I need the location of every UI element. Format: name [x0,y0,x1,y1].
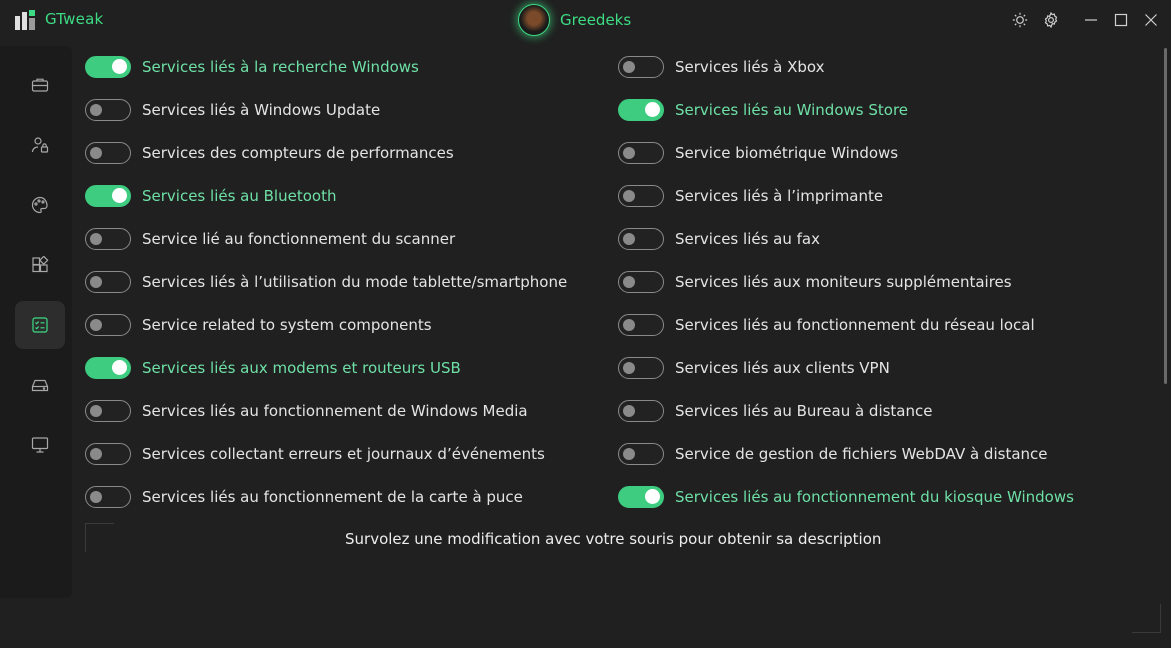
service-label: Services des compteurs de performances [142,144,454,162]
service-label: Service biométrique Windows [675,144,899,162]
gear-icon[interactable] [1042,11,1060,29]
service-label: Services liés à Xbox [675,58,825,76]
maximize-icon[interactable] [1112,11,1130,29]
palette-icon [31,196,48,214]
toggle-switch[interactable] [85,271,131,293]
service-label: Service related to system components [142,316,432,334]
briefcase-icon [31,78,49,92]
service-toggle-row[interactable]: Service biométrique Windows [618,142,898,164]
service-toggle-row[interactable]: Services liés au fax [618,228,820,250]
app-window: GTweak Greedeks Services liés à la reche… [0,0,1171,648]
service-toggle-row[interactable]: Services liés au Windows Store [618,99,908,121]
user-lock-icon [31,137,49,153]
service-label: Services liés au Bluetooth [142,187,337,205]
service-toggle-row[interactable]: Services liés au Bureau à distance [618,400,932,422]
service-label: Services liés au Bureau à distance [675,402,933,420]
title-bar: GTweak Greedeks [0,0,1171,40]
toggle-switch[interactable] [85,99,131,121]
service-toggle-row[interactable]: Services liés aux moniteurs supplémentai… [618,271,1012,293]
toggle-switch[interactable] [618,56,664,78]
service-toggle-row[interactable]: Services liés au fonctionnement de la ca… [85,486,523,508]
toggle-switch[interactable] [85,357,131,379]
toggle-switch[interactable] [618,357,664,379]
toggle-switch[interactable] [618,185,664,207]
service-toggle-row[interactable]: Services liés à Xbox [618,56,825,78]
service-label: Services liés aux moniteurs supplémentai… [675,273,1012,291]
toggle-switch[interactable] [85,486,131,508]
toggle-switch[interactable] [618,271,664,293]
toggle-switch[interactable] [85,228,131,250]
service-label: Services liés au fonctionnement du résea… [675,316,1035,334]
sidebar-item-system[interactable] [15,361,65,409]
service-toggle-row[interactable]: Service related to system components [85,314,432,336]
app-title: GTweak [45,10,104,28]
user-profile[interactable]: Greedeks [518,4,631,36]
service-toggle-row[interactable]: Services liés à Windows Update [85,99,380,121]
monitor-icon [31,437,49,453]
service-toggle-row[interactable]: Services liés au Bluetooth [85,185,336,207]
minimize-icon[interactable] [1082,11,1100,29]
service-toggle-row[interactable]: Services des compteurs de performances [85,142,454,164]
service-toggle-row[interactable]: Service lié au fonctionnement du scanner [85,228,455,250]
service-toggle-row[interactable]: Services collectant erreurs et journaux … [85,443,545,465]
toggle-switch[interactable] [618,99,664,121]
toggle-switch[interactable] [618,314,664,336]
apps-icon [32,256,49,273]
drive-icon [31,379,49,392]
toggle-switch[interactable] [618,400,664,422]
service-toggle-row[interactable]: Service de gestion de fichiers WebDAV à … [618,443,1048,465]
service-label: Services liés à la recherche Windows [142,58,419,76]
service-label: Service de gestion de fichiers WebDAV à … [675,445,1048,463]
scrollbar[interactable] [1164,48,1167,384]
toggle-switch[interactable] [85,142,131,164]
service-label: Services liés au fonctionnement de la ca… [142,488,523,506]
service-label: Services liés à l’utilisation du mode ta… [142,273,568,291]
service-toggle-row[interactable]: Services liés au fonctionnement du résea… [618,314,1035,336]
sidebar-item-interface[interactable] [15,181,65,229]
toggle-switch[interactable] [85,185,131,207]
service-toggle-row[interactable]: Services liés au fonctionnement de Windo… [85,400,528,422]
service-toggle-row[interactable]: Services liés à la recherche Windows [85,56,419,78]
service-label: Services liés au fonctionnement du kiosq… [675,488,1074,506]
toggle-switch[interactable] [85,400,131,422]
resize-grip[interactable] [1132,604,1161,633]
service-label: Services liés au Windows Store [675,101,909,119]
toggle-switch[interactable] [85,443,131,465]
service-label: Services liés au fonctionnement de Windo… [142,402,528,420]
description-frame-corner [85,523,114,552]
service-toggle-row[interactable]: Services liés à l’utilisation du mode ta… [85,271,567,293]
description-text: Survolez une modification avec votre sou… [345,530,882,548]
toggle-switch[interactable] [85,314,131,336]
toggle-switch[interactable] [618,443,664,465]
user-name: Greedeks [560,11,632,29]
sun-icon[interactable] [1011,11,1029,29]
avatar[interactable] [518,4,550,36]
checklist-icon [32,317,48,333]
service-label: Services liés au fax [675,230,820,248]
toggle-switch[interactable] [85,56,131,78]
sidebar-item-monitor[interactable] [15,421,65,469]
sidebar [0,46,72,598]
sidebar-item-briefcase[interactable] [15,61,65,109]
sidebar-item-services[interactable] [15,301,65,349]
close-icon[interactable] [1142,11,1160,29]
service-toggle-row[interactable]: Services liés au fonctionnement du kiosq… [618,486,1074,508]
service-toggle-row[interactable]: Services liés aux modems et routeurs USB [85,357,461,379]
sidebar-item-confidentiality[interactable] [15,121,65,169]
toggle-switch[interactable] [618,228,664,250]
app-logo-icon [15,10,35,30]
service-toggle-row[interactable]: Services liés aux clients VPN [618,357,890,379]
service-label: Service lié au fonctionnement du scanner [142,230,456,248]
sidebar-item-applications[interactable] [15,241,65,289]
service-label: Services liés aux clients VPN [675,359,890,377]
service-toggle-row[interactable]: Services liés à l’imprimante [618,185,883,207]
service-label: Services collectant erreurs et journaux … [142,445,545,463]
toggle-switch[interactable] [618,142,664,164]
service-label: Services liés à l’imprimante [675,187,884,205]
service-label: Services liés aux modems et routeurs USB [142,359,461,377]
service-label: Services liés à Windows Update [142,101,381,119]
toggle-switch[interactable] [618,486,664,508]
